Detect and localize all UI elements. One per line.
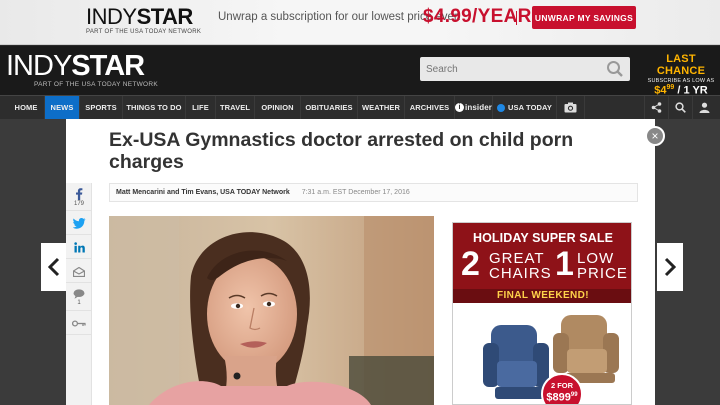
promo-logo[interactable]: INDYSTAR PART OF THE USA TODAY NETWORK bbox=[86, 4, 201, 35]
nav-archives[interactable]: ARCHIVES bbox=[405, 96, 455, 119]
article-timestamp: 7:31 a.m. EST December 17, 2016 bbox=[301, 189, 410, 196]
ad-chairs: CHAIRS bbox=[489, 265, 552, 282]
masthead: INDYSTAR PART OF THE USA TODAY NETWORK L… bbox=[0, 46, 720, 97]
email-share-button[interactable] bbox=[66, 261, 92, 283]
usa-today-label: USA TODAY bbox=[508, 103, 552, 112]
share-rail: 179 1 bbox=[66, 183, 92, 405]
last-chance-title: LAST CHANCE bbox=[656, 53, 706, 77]
nav-opinion[interactable]: OPINION bbox=[255, 96, 301, 119]
site-logo-light: INDY bbox=[6, 50, 72, 82]
site-logo[interactable]: INDYSTAR PART OF THE USA TODAY NETWORK bbox=[6, 51, 158, 88]
main-nav: HOME NEWS SPORTS THINGS TO DO LIFE TRAVE… bbox=[0, 95, 720, 119]
ad-headline: HOLIDAY SUPER SALE bbox=[472, 231, 614, 245]
nav-search-icon[interactable] bbox=[668, 96, 692, 119]
nav-things-to-do[interactable]: THINGS TO DO bbox=[123, 96, 186, 119]
share-icon[interactable] bbox=[644, 96, 668, 119]
close-icon: × bbox=[651, 129, 659, 143]
nav-weather[interactable]: WEATHER bbox=[358, 96, 405, 119]
nav-obituaries[interactable]: OBITUARIES bbox=[301, 96, 358, 119]
ad-price: PRICE bbox=[577, 265, 628, 282]
promo-logo-sub: PART OF THE USA TODAY NETWORK bbox=[86, 29, 202, 35]
ad-badge-cents: 99 bbox=[570, 392, 578, 398]
email-icon bbox=[73, 266, 85, 277]
search-icon[interactable] bbox=[606, 60, 624, 83]
nav-travel[interactable]: TRAVEL bbox=[216, 96, 255, 119]
facebook-icon bbox=[76, 188, 83, 200]
nav-usa-today[interactable]: USA TODAY bbox=[493, 96, 557, 119]
search-input[interactable] bbox=[420, 57, 600, 81]
close-button[interactable]: × bbox=[645, 126, 665, 146]
ad-final-weekend: FINAL WEEKEND! bbox=[453, 289, 631, 303]
site-logo-sub: PART OF THE USA TODAY NETWORK bbox=[34, 81, 159, 88]
unwrap-savings-button[interactable]: UNWRAP MY SAVINGS bbox=[532, 6, 636, 29]
search-box bbox=[420, 57, 630, 81]
ad-number-one: 1 bbox=[555, 245, 574, 283]
camera-icon[interactable] bbox=[557, 96, 585, 119]
last-chance-offer[interactable]: LAST CHANCE SUBSCRIBE AS LOW AS $499 / 1… bbox=[642, 53, 720, 97]
key-icon bbox=[72, 320, 86, 327]
promo-divider bbox=[516, 11, 517, 25]
last-chance-cents: 99 bbox=[666, 84, 675, 91]
holiday-sale-ad[interactable]: HOLIDAY SUPER SALE 2 GREAT CHAIRS 1 LOW PR… bbox=[452, 222, 632, 405]
article-authors[interactable]: Matt Mencarini and Tim Evans, USA TODAY … bbox=[116, 189, 290, 196]
insider-icon: i bbox=[455, 103, 465, 112]
prev-article-button[interactable] bbox=[41, 243, 67, 291]
linkedin-share-button[interactable] bbox=[66, 237, 92, 259]
nav-life[interactable]: LIFE bbox=[186, 96, 216, 119]
chevron-left-icon bbox=[48, 257, 60, 277]
ad-great-chairs: GREAT CHAIRS bbox=[489, 251, 552, 281]
nav-home[interactable]: HOME bbox=[8, 96, 45, 119]
ad-low: LOW bbox=[577, 250, 615, 267]
user-icon[interactable] bbox=[692, 96, 716, 119]
comment-button[interactable]: 1 bbox=[66, 285, 92, 311]
ad-number-two: 2 bbox=[461, 245, 480, 283]
insider-label: insider bbox=[465, 103, 492, 112]
twitter-icon bbox=[72, 218, 85, 229]
key-button[interactable] bbox=[66, 313, 92, 335]
article-hero-image[interactable] bbox=[109, 216, 434, 405]
chevron-right-icon bbox=[664, 257, 676, 277]
article-byline: Matt Mencarini and Tim Evans, USA TODAY … bbox=[109, 183, 638, 202]
nav-news[interactable]: NEWS bbox=[45, 96, 80, 119]
ad-low-price: LOW PRICE bbox=[577, 251, 628, 281]
twitter-share-button[interactable] bbox=[66, 213, 92, 235]
promo-logo-light: INDY bbox=[86, 4, 137, 29]
ad-great: GREAT bbox=[489, 250, 545, 267]
promo-logo-bold: STAR bbox=[136, 4, 194, 29]
usa-today-dot-icon bbox=[497, 103, 506, 112]
site-logo-bold: STAR bbox=[71, 50, 145, 82]
ad-badge-price: $899 bbox=[546, 391, 571, 404]
comment-icon bbox=[73, 289, 85, 299]
portrait-photo bbox=[109, 216, 434, 405]
ad-badge-label: 2 FOR bbox=[550, 381, 574, 390]
article-headline: Ex-USA Gymnastics doctor arrested on chi… bbox=[109, 129, 574, 173]
facebook-share-button[interactable]: 179 bbox=[66, 185, 92, 211]
next-article-button[interactable] bbox=[657, 243, 683, 291]
comment-count: 1 bbox=[77, 300, 81, 306]
linkedin-icon bbox=[73, 242, 85, 253]
facebook-count: 179 bbox=[73, 201, 84, 207]
promo-bar: INDYSTAR PART OF THE USA TODAY NETWORK U… bbox=[0, 0, 720, 45]
nav-sports[interactable]: SPORTS bbox=[80, 96, 123, 119]
nav-insider[interactable]: i insider bbox=[455, 96, 493, 119]
